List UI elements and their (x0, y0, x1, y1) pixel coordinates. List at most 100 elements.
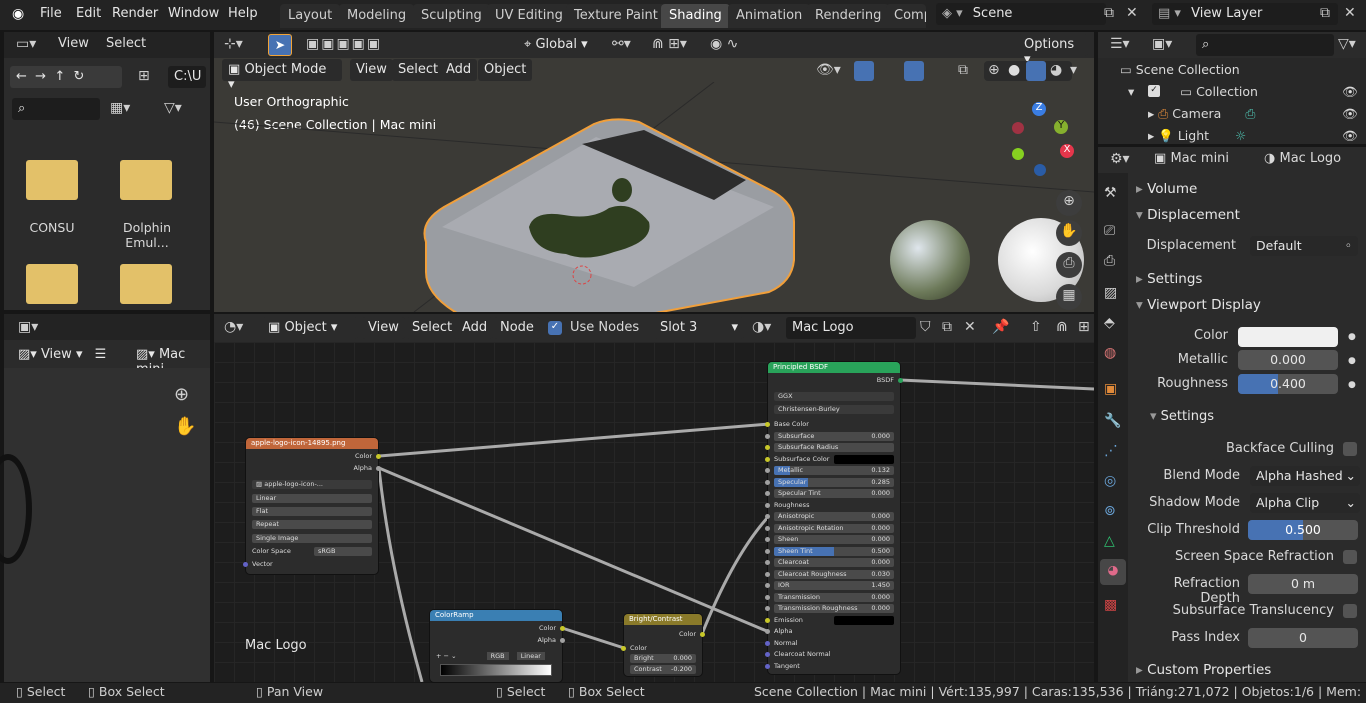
parent-dir-icon[interactable]: ↑ (54, 69, 65, 84)
socket-icon[interactable] (765, 491, 770, 496)
socket-icon[interactable] (560, 638, 565, 643)
keyframe-dot-icon[interactable]: ● (1348, 356, 1356, 366)
section-viewport-display[interactable]: ▾ Viewport Display (1130, 297, 1261, 313)
bsdf-input-anisotropic[interactable]: Anisotropic 0.000 (774, 512, 894, 521)
socket-icon[interactable] (765, 537, 770, 542)
folder-icon[interactable] (120, 160, 172, 200)
folder-icon[interactable] (120, 264, 172, 304)
socket-icon[interactable] (765, 640, 770, 646)
bsdf-input-subsurface-radius[interactable]: Subsurface Radius (774, 443, 894, 452)
bsdf-input-specular-tint[interactable]: Specular Tint 0.000 (774, 489, 894, 498)
menu-hamburger-icon[interactable]: ☰ (95, 347, 107, 362)
back-arrow-icon[interactable]: ← (16, 69, 27, 84)
display-mode-icon[interactable]: ▦▾ (110, 100, 130, 116)
menu-object[interactable]: Object (478, 59, 533, 81)
bsdf-input-clearcoat-roughness[interactable]: Clearcoat Roughness 0.030 (774, 569, 894, 579)
tab-texture-paint[interactable]: Texture Paint (566, 4, 666, 28)
solid-shading-icon[interactable]: ● (1008, 62, 1020, 78)
keyframe-dot-icon[interactable]: ● (1348, 380, 1356, 390)
zoom-icon[interactable]: ⊕ (174, 384, 189, 405)
neg-x-axis-icon[interactable] (1012, 122, 1024, 134)
select-tool-icon[interactable]: ➤ (268, 34, 292, 56)
tab-uv-editing[interactable]: UV Editing (487, 4, 571, 28)
node-editor[interactable]: ◔▾ ▣ Object ▾ View Select Add Node ✓ Use… (214, 314, 1094, 682)
physics-tab-icon[interactable]: ◎ (1104, 473, 1116, 489)
tab-animation[interactable]: Animation (728, 4, 811, 28)
ramp-interpolation[interactable]: Linear (516, 652, 545, 660)
outliner-search-input[interactable]: ⌕ (1196, 34, 1334, 56)
editor-type-icon[interactable]: ▣▾ (18, 319, 38, 335)
texture-tab-icon[interactable]: ▩ (1104, 597, 1117, 613)
camera-data-icon[interactable]: ⎙ (1245, 106, 1255, 121)
pivot-icon[interactable]: ⚯▾ (612, 36, 631, 52)
subsurface-method-dropdown[interactable]: Christensen-Burley (774, 405, 894, 414)
menu-edit[interactable]: Edit (76, 6, 101, 21)
socket-icon[interactable] (765, 445, 770, 450)
menu-render[interactable]: Render (112, 6, 158, 21)
tab-modeling[interactable]: Modeling (339, 4, 415, 28)
socket-icon[interactable] (898, 378, 903, 383)
menu-select[interactable]: Select (392, 59, 445, 81)
socket-icon[interactable] (765, 456, 770, 462)
expand-arrow-icon[interactable]: ▾ (1128, 84, 1134, 99)
bsdf-input-roughness[interactable]: Roughness (774, 501, 894, 510)
metallic-slider[interactable]: 0.000 (1238, 350, 1338, 370)
refraction-depth-field[interactable]: 0 m (1248, 574, 1358, 594)
filter-icon[interactable]: ▽▾ (1338, 36, 1356, 52)
zoom-icon[interactable]: ⊕ (1056, 190, 1082, 216)
ramp-mode[interactable]: RGB (486, 652, 509, 660)
editor-type-icon[interactable]: ☰▾ (1110, 36, 1130, 52)
menu-view[interactable]: View (58, 36, 89, 51)
y-axis-icon[interactable]: Y (1054, 120, 1068, 134)
socket-icon[interactable] (765, 433, 770, 439)
output-tab-icon[interactable]: ⎙ (1104, 253, 1115, 269)
color-space-dropdown[interactable]: sRGB (314, 547, 372, 556)
checkbox-icon[interactable]: ✓ (1148, 85, 1160, 97)
socket-icon[interactable] (765, 479, 770, 485)
particles-tab-icon[interactable]: ⋰ (1104, 443, 1118, 459)
overlay-toggle-icon[interactable] (904, 61, 924, 81)
menu-window[interactable]: Window (168, 6, 219, 21)
distribution-dropdown[interactable]: GGX (774, 392, 894, 401)
folder-icon[interactable] (26, 264, 78, 304)
displacement-method-dropdown[interactable]: Default ◦ (1250, 236, 1358, 256)
bsdf-input-specular[interactable]: Specular 0.285 (774, 477, 894, 487)
data-tab-icon[interactable]: △ (1104, 533, 1115, 549)
socket-icon[interactable] (376, 466, 381, 471)
principled-bsdf-node[interactable]: Principled BSDF BSDF GGX Christensen-Bur… (765, 362, 903, 674)
viewport-3d[interactable]: ⊹▾ ➤ ▣▣▣▣▣ ⌖ Global ▾ ⚯▾ ⋒ ⊞▾ ◉ ∿ Option… (214, 32, 1094, 312)
extension-dropdown[interactable]: Repeat (252, 520, 372, 529)
menu-view[interactable]: View (350, 59, 393, 81)
chevron-down-icon[interactable]: ▾ (1070, 62, 1077, 78)
new-view-layer-icon[interactable]: ⧉ (1320, 5, 1330, 21)
expand-arrow-icon[interactable]: ▸ (1148, 106, 1154, 121)
bright-contrast-node[interactable]: Bright/Contrast Color Color Bright 0.000 … (621, 614, 705, 676)
menu-help[interactable]: Help (228, 6, 258, 21)
socket-icon[interactable] (765, 663, 770, 669)
scene-tab-icon[interactable]: ⬘ (1104, 315, 1115, 331)
editor-type-icon[interactable]: ⊹▾ (224, 36, 243, 52)
sss-checkbox[interactable] (1343, 604, 1357, 618)
delete-scene-icon[interactable]: ✕ (1126, 5, 1138, 21)
neg-y-axis-icon[interactable] (1012, 148, 1024, 160)
socket-icon[interactable] (765, 548, 770, 554)
tab-layout[interactable]: Layout (280, 4, 341, 28)
outliner-item-camera[interactable]: ▸ ⎙ Camera ⎙ (1148, 106, 1255, 122)
menu-select[interactable]: Select (106, 36, 146, 51)
socket-icon[interactable] (765, 525, 770, 531)
constraints-tab-icon[interactable]: ⊚ (1104, 503, 1116, 519)
eye-icon[interactable]: 👁 (1342, 128, 1358, 144)
z-axis-icon[interactable]: Z (1032, 102, 1046, 116)
bsdf-input-alpha[interactable]: Alpha (774, 627, 894, 636)
transform-orientation[interactable]: ⌖ Global ▾ (518, 34, 604, 56)
material-preview-shading-icon[interactable] (1026, 61, 1046, 81)
bsdf-input-tangent[interactable]: Tangent (774, 662, 894, 671)
folder-icon[interactable] (26, 160, 78, 200)
section-settings[interactable]: ▸ Settings (1130, 271, 1202, 287)
subsection-settings[interactable]: ▾ Settings (1150, 409, 1214, 424)
color-swatch[interactable] (834, 615, 894, 625)
scene-selector[interactable]: ◈ ▾ Scene (936, 3, 1106, 25)
refresh-icon[interactable]: ↻ (74, 69, 85, 84)
display-mode-icon[interactable]: ▣▾ (1152, 36, 1172, 52)
socket-icon[interactable] (376, 454, 381, 459)
